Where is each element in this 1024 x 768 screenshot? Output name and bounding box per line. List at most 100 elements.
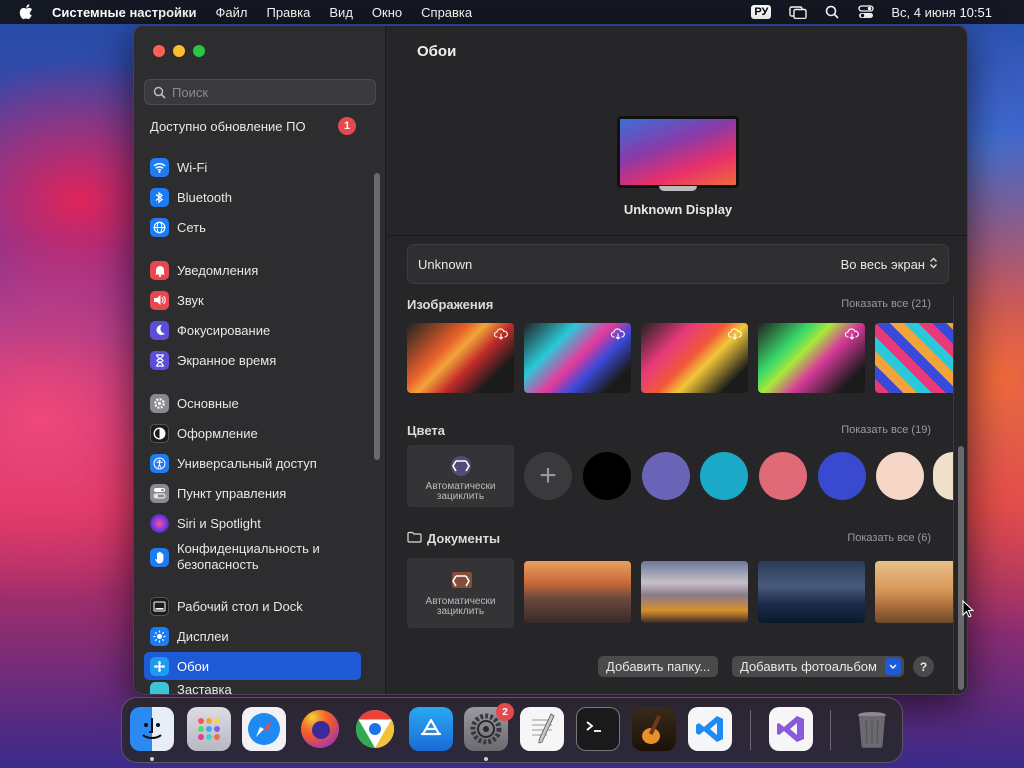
menu-window[interactable]: Окно <box>372 5 402 20</box>
download-cloud-icon[interactable] <box>493 327 508 345</box>
apple-menu-icon[interactable] <box>17 3 35 21</box>
dock: 2 <box>121 697 903 763</box>
wallpaper-thumb[interactable] <box>407 323 514 393</box>
menu-help[interactable]: Справка <box>421 5 472 20</box>
add-color-button[interactable]: + <box>524 452 572 500</box>
siri-icon <box>150 513 169 533</box>
sidebar-item-screensaver[interactable]: Заставка <box>144 682 361 694</box>
color-swatch[interactable] <box>759 452 807 500</box>
screen-mirroring-icon[interactable] <box>789 5 808 19</box>
color-swatch[interactable] <box>876 452 924 500</box>
menu-file[interactable]: Файл <box>216 5 248 20</box>
terminal-icon[interactable] <box>576 707 620 751</box>
sidebar-item-label: Уведомления <box>177 262 259 278</box>
sidebar-scrollbar[interactable] <box>374 173 380 460</box>
wallpaper-thumb[interactable] <box>758 323 865 393</box>
download-cloud-icon[interactable] <box>844 327 859 345</box>
sidebar-item-wallpaper[interactable]: Обои <box>144 652 361 680</box>
sidebar-item-screen-time[interactable]: Экранное время <box>144 347 361 373</box>
documents-section-title: Документы <box>407 531 500 546</box>
wallpaper-thumb[interactable] <box>524 323 631 393</box>
wallpaper-thumb[interactable] <box>641 561 748 623</box>
sidebar-item-label: Конфиденциальность и безопасность <box>177 541 320 572</box>
safari-icon[interactable] <box>242 707 286 751</box>
add-folder-button[interactable]: Добавить папку... <box>598 656 719 677</box>
trash-icon[interactable] <box>850 707 894 751</box>
fill-mode-select[interactable]: Во весь экран <box>841 257 938 272</box>
wallpaper-thumb[interactable] <box>524 561 631 623</box>
documents-show-all-link[interactable]: Показать все (6) <box>847 532 931 544</box>
settings-badge: 2 <box>496 703 514 721</box>
zoom-button[interactable] <box>193 45 205 57</box>
moon-icon <box>150 320 169 340</box>
color-swatch[interactable] <box>583 452 631 500</box>
color-swatch[interactable] <box>642 452 690 500</box>
input-language-indicator[interactable]: РУ <box>751 5 772 19</box>
add-photo-album-button[interactable]: Добавить фотоальбом <box>732 656 904 677</box>
sidebar-item-network[interactable]: Сеть <box>144 214 361 240</box>
bluetooth-icon <box>150 187 169 207</box>
color-swatch[interactable] <box>933 452 953 500</box>
minimize-button[interactable] <box>173 45 185 57</box>
sidebar-item-privacy-security[interactable]: Конфиденциальность и безопасность <box>144 538 361 576</box>
sidebar-item-label: Экранное время <box>177 352 277 368</box>
wallpaper-thumb[interactable] <box>758 561 865 623</box>
sidebar-item-general[interactable]: Основные <box>144 390 361 416</box>
software-update-item[interactable]: Доступно обновление ПО 1 <box>150 117 356 135</box>
chevron-updown-icon <box>929 257 938 272</box>
auto-rotate-colors-tile[interactable]: Автоматически зациклить <box>407 445 514 507</box>
auto-rotate-documents-tile[interactable]: Автоматически зациклить <box>407 558 514 628</box>
menu-edit[interactable]: Правка <box>266 5 310 20</box>
colors-show-all-link[interactable]: Показать все (19) <box>841 424 931 436</box>
main-scrollbar[interactable] <box>958 446 964 690</box>
main-pane: Обои Unknown Display Unknown Во весь экр… <box>387 26 967 694</box>
app-store-icon[interactable] <box>409 707 453 751</box>
search-input[interactable]: Поиск <box>144 79 376 105</box>
sidebar-item-appearance[interactable]: Оформление <box>144 420 361 446</box>
spotlight-search-icon[interactable] <box>823 5 841 19</box>
textedit-icon[interactable] <box>520 707 564 751</box>
launchpad-icon[interactable] <box>187 707 231 751</box>
finder-icon[interactable] <box>130 707 174 751</box>
color-swatch[interactable] <box>700 452 748 500</box>
dock-icon <box>150 596 169 616</box>
menu-view[interactable]: Вид <box>329 5 353 20</box>
sidebar-item-desktop-dock[interactable]: Рабочий стол и Dock <box>144 593 361 619</box>
download-cloud-icon[interactable] <box>610 327 625 345</box>
sidebar-item-bluetooth[interactable]: Bluetooth <box>144 184 361 210</box>
firefox-icon[interactable] <box>298 707 342 751</box>
running-indicator <box>484 757 488 761</box>
wallpaper-thumb[interactable] <box>641 323 748 393</box>
sidebar-item-displays[interactable]: Дисплеи <box>144 623 361 649</box>
close-button[interactable] <box>153 45 165 57</box>
wallpaper-thumb[interactable] <box>875 561 953 623</box>
download-cloud-icon[interactable] <box>727 327 742 345</box>
dock-separator <box>830 710 831 750</box>
globe-icon <box>150 217 169 237</box>
chrome-icon[interactable] <box>353 707 397 751</box>
sidebar-item-control-center[interactable]: Пункт управления <box>144 480 361 506</box>
images-show-all-link[interactable]: Показать все (21) <box>841 298 931 310</box>
window-controls <box>153 45 205 57</box>
sidebar-item-notifications[interactable]: Уведомления <box>144 257 361 283</box>
wallpaper-thumb[interactable] <box>875 323 953 393</box>
garageband-icon[interactable] <box>632 707 676 751</box>
visual-studio-icon[interactable] <box>769 707 813 751</box>
display-screen <box>617 116 739 188</box>
sidebar-item-label: Siri и Spotlight <box>177 515 261 531</box>
menu-app-name[interactable]: Системные настройки <box>52 5 197 20</box>
sidebar-item-focus[interactable]: Фокусирование <box>144 317 361 343</box>
sidebar-item-wifi[interactable]: Wi-Fi <box>144 154 361 180</box>
documents-title-label: Документы <box>427 531 501 546</box>
sidebar-item-label: Дисплеи <box>177 628 229 644</box>
vscode-icon[interactable] <box>688 707 732 751</box>
chevron-down-icon[interactable] <box>884 658 901 675</box>
sidebar-item-sound[interactable]: Звук <box>144 287 361 313</box>
sidebar-item-label: Основные <box>177 395 239 411</box>
control-center-icon[interactable] <box>857 5 875 19</box>
sidebar-item-siri-spotlight[interactable]: Siri и Spotlight <box>144 510 361 536</box>
sidebar-item-accessibility[interactable]: Универсальный доступ <box>144 450 361 476</box>
menu-datetime[interactable]: Вс, 4 июня 10:51 <box>891 5 992 20</box>
color-swatch[interactable] <box>818 452 866 500</box>
help-button[interactable]: ? <box>913 656 934 677</box>
